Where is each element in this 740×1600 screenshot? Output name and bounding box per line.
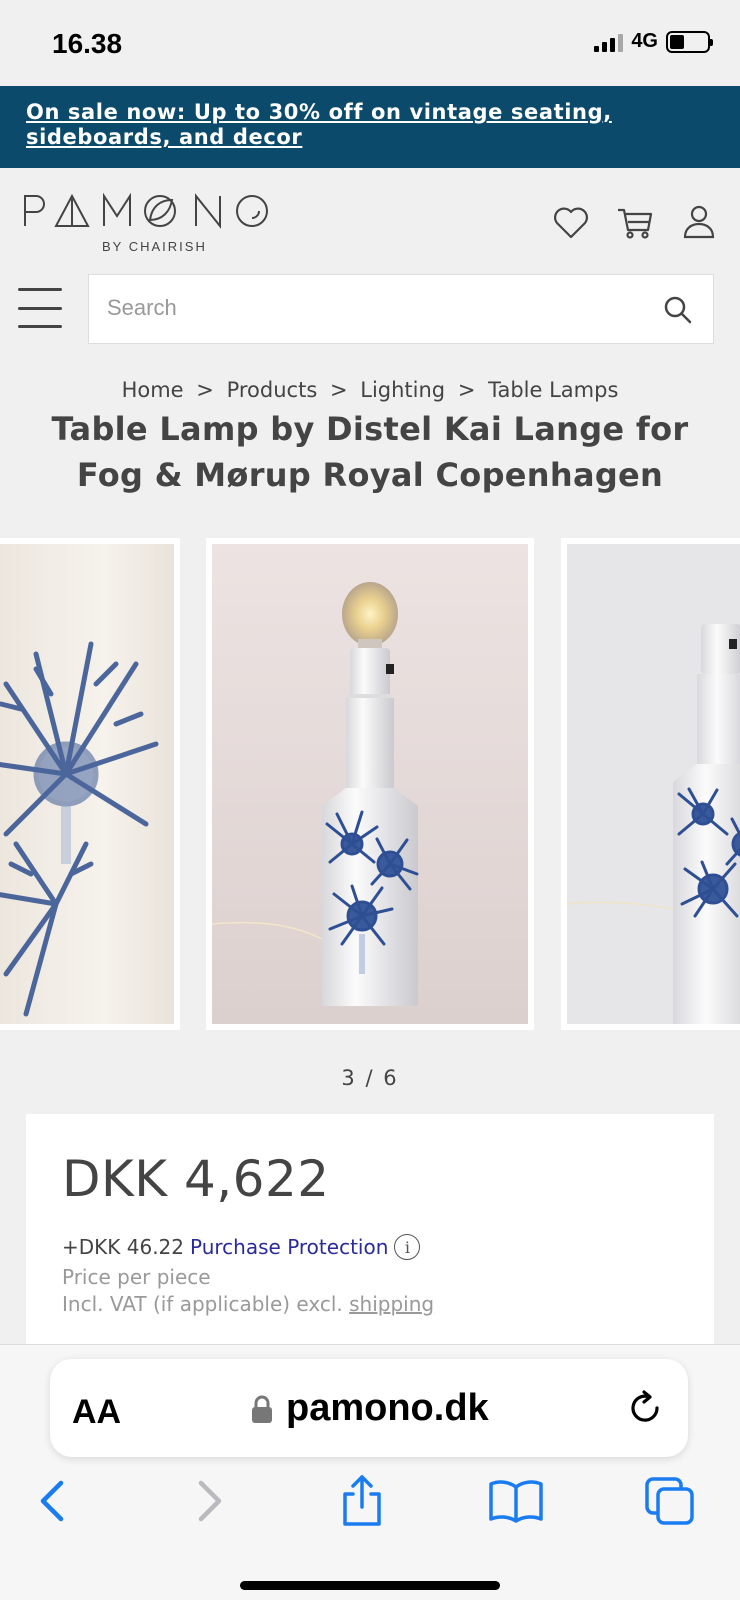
- promo-link[interactable]: On sale now: Up to 30% off on vintage se…: [26, 100, 714, 150]
- thistle-closeup-image: [0, 544, 174, 1024]
- gallery-image-current[interactable]: [206, 538, 534, 1030]
- gallery-image-next[interactable]: [561, 538, 740, 1030]
- url-display[interactable]: pamono.dk: [250, 1387, 489, 1430]
- user-icon[interactable]: [680, 204, 718, 240]
- vat-note: Incl. VAT (if applicable) excl. shipping: [62, 1291, 678, 1318]
- gallery-pager: 3 / 6: [341, 1066, 399, 1090]
- search-row: [0, 274, 740, 344]
- info-icon[interactable]: i: [394, 1234, 421, 1260]
- home-indicator: [240, 1581, 500, 1590]
- image-gallery[interactable]: [0, 538, 740, 1030]
- price-meta: Price per piece Incl. VAT (if applicable…: [62, 1264, 678, 1318]
- header-icons: [552, 204, 718, 240]
- browser-toolbar: [0, 1471, 740, 1531]
- signal-icon: [594, 32, 624, 52]
- logo-wordmark-icon: [24, 192, 268, 229]
- hamburger-menu-icon[interactable]: [18, 288, 62, 328]
- site-header: BY CHAIRISH: [0, 168, 740, 258]
- purchase-protection: +DKK 46.22 Purchase Protection i: [62, 1234, 678, 1260]
- logo-mark: [22, 190, 278, 237]
- shipping-link[interactable]: shipping: [349, 1292, 434, 1316]
- protection-price: +DKK 46.22: [62, 1235, 185, 1259]
- text-size-button[interactable]: AA: [72, 1393, 121, 1432]
- cart-icon[interactable]: [616, 204, 654, 240]
- product-title: Table Lamp by Distel Kai Lange for Fog &…: [51, 410, 689, 494]
- tabs-icon[interactable]: [640, 1471, 700, 1531]
- logo-subtitle: BY CHAIRISH: [102, 239, 207, 254]
- heart-icon[interactable]: [552, 204, 590, 240]
- gallery-image-previous[interactable]: [0, 538, 180, 1030]
- network-type: 4G: [631, 30, 658, 52]
- browser-chrome: AA pamono.dk: [0, 1344, 740, 1600]
- breadcrumb-table-lamps[interactable]: Table Lamps: [488, 378, 618, 402]
- price-card: DKK 4,622 +DKK 46.22 Purchase Protection…: [26, 1114, 714, 1344]
- vat-text: Incl. VAT (if applicable) excl.: [62, 1292, 343, 1316]
- url-text: pamono.dk: [286, 1387, 489, 1429]
- battery-icon: [666, 30, 713, 53]
- product-price: DKK 4,622: [62, 1150, 330, 1208]
- search-icon[interactable]: [663, 295, 693, 325]
- purchase-protection-link[interactable]: Purchase Protection: [190, 1235, 388, 1259]
- breadcrumb-separator: >: [196, 378, 214, 402]
- breadcrumb-lighting[interactable]: Lighting: [360, 378, 445, 402]
- address-bar[interactable]: AA pamono.dk: [50, 1359, 688, 1457]
- breadcrumb: Home > Products > Lighting > Table Lamps: [0, 378, 740, 402]
- share-icon[interactable]: [332, 1471, 392, 1531]
- price-per-piece: Price per piece: [62, 1265, 211, 1289]
- breadcrumb-separator: >: [329, 378, 348, 402]
- table-lamp-image: [212, 544, 528, 1024]
- forward-icon[interactable]: [180, 1471, 240, 1531]
- back-icon[interactable]: [22, 1471, 82, 1531]
- lock-icon: [252, 1395, 272, 1423]
- search-box: [88, 274, 714, 344]
- status-indicators: 4G: [594, 30, 713, 53]
- status-time: 16.38: [52, 28, 123, 59]
- reload-icon[interactable]: [626, 1389, 664, 1427]
- logo[interactable]: BY CHAIRISH: [22, 190, 278, 254]
- search-input[interactable]: [107, 295, 607, 321]
- bookmarks-icon[interactable]: [486, 1471, 546, 1531]
- promo-banner: On sale now: Up to 30% off on vintage se…: [0, 86, 740, 168]
- breadcrumb-home[interactable]: Home: [122, 378, 184, 402]
- breadcrumb-separator: >: [457, 378, 476, 402]
- table-lamp-side-image: [567, 544, 740, 1024]
- breadcrumb-products[interactable]: Products: [227, 378, 318, 402]
- status-bar: 16.38 4G: [0, 0, 740, 86]
